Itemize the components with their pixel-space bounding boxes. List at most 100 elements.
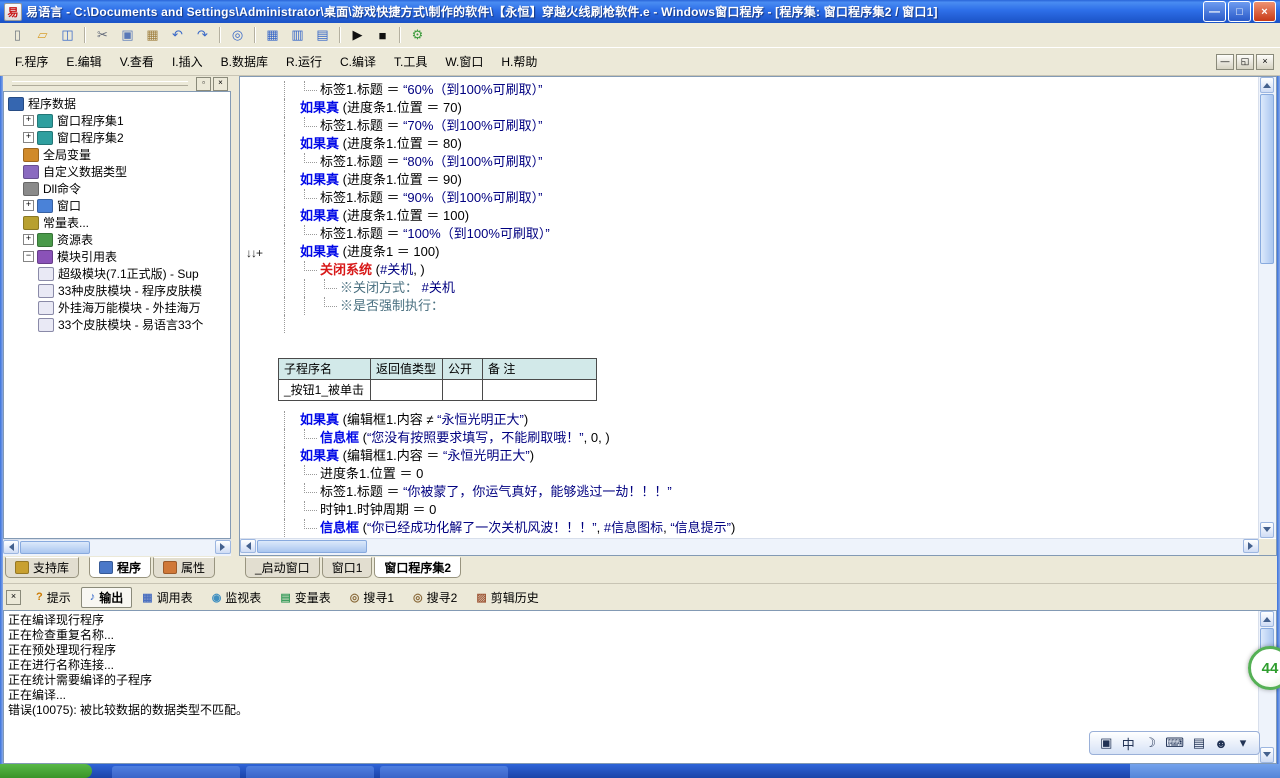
output-tab-搜寻1[interactable]: ◎搜寻1 <box>341 587 403 608</box>
code-line[interactable]: 标签1.标题 ＝ “70%（到100%可刷取）” <box>240 117 1259 135</box>
table-cell[interactable] <box>371 380 443 401</box>
code-line[interactable]: 标签1.标题 ＝ “你被蒙了，你运气真好，能够逃过一劫！！！” <box>240 483 1259 501</box>
code-line[interactable]: 标签1.标题 ＝ “80%（到100%可刷取）” <box>240 153 1259 171</box>
mdi-close-button[interactable]: × <box>1256 54 1274 70</box>
ime-chinese-icon[interactable]: 中 <box>1121 734 1135 753</box>
collapse-icon[interactable]: − <box>23 251 34 262</box>
menu-item-7[interactable]: C.编译 <box>331 50 385 73</box>
tab-_启动窗口[interactable]: _启动窗口 <box>245 557 320 578</box>
tree-item[interactable]: +窗口程序集2 <box>5 129 229 146</box>
tree-item[interactable]: 超级模块(7.1正式版) - Sup <box>5 265 229 282</box>
code-line[interactable]: ※关闭方式： #关机 <box>240 279 1259 297</box>
minimize-button[interactable]: — <box>1203 1 1226 22</box>
code-line[interactable]: 如果真 (进度条1 ＝ 100)↓↓+ <box>240 243 1259 261</box>
run-icon[interactable]: ▶ <box>345 24 370 46</box>
output-tab-剪辑历史[interactable]: ▨剪辑历史 <box>467 587 547 608</box>
debug-icon[interactable]: ⚙ <box>405 24 430 46</box>
code-line[interactable]: 标签1.标题 ＝ “90%（到100%可刷取）” <box>240 189 1259 207</box>
tree-item[interactable]: +窗口 <box>5 197 229 214</box>
code-line[interactable]: 如果真 (进度条1.位置 ＝ 90) <box>240 171 1259 189</box>
scroll-thumb[interactable] <box>20 541 90 554</box>
code-area[interactable]: 标签1.标题 ＝ “60%（到100%可刷取）”如果真 (进度条1.位置 ＝ 7… <box>240 77 1259 538</box>
title-bar[interactable]: 易 易语言 - C:\Documents and Settings\Admini… <box>0 0 1280 23</box>
row-grid-icon[interactable]: ▤ <box>310 24 335 46</box>
taskbar-button[interactable] <box>112 766 240 778</box>
find-icon[interactable]: ◎ <box>225 24 250 46</box>
code-line[interactable]: 如果真 (编辑框1.内容 ＝ “永恒光明正大”) <box>240 447 1259 465</box>
cut-icon[interactable]: ✂ <box>90 24 115 46</box>
ime-keyboard-icon[interactable]: ⌨ <box>1165 735 1184 751</box>
code-line[interactable]: 如果真 (编辑框1.内容 ≠ “永恒光明正大”) <box>240 411 1259 429</box>
menu-item-8[interactable]: T.工具 <box>385 50 436 73</box>
tree-item[interactable]: 外挂海万能模块 - 外挂海万 <box>5 299 229 316</box>
code-line[interactable]: 进度条1.位置 ＝ 0 <box>240 465 1259 483</box>
menu-item-5[interactable]: B.数据库 <box>212 50 277 73</box>
expand-icon[interactable]: + <box>23 115 34 126</box>
tab-支持库[interactable]: 支持库 <box>5 557 79 578</box>
menu-item-9[interactable]: W.窗口 <box>436 50 492 73</box>
editor-vscrollbar[interactable] <box>1258 77 1276 538</box>
taskbar-button[interactable] <box>246 766 374 778</box>
mdi-minimize-button[interactable]: — <box>1216 54 1234 70</box>
scroll-up-button[interactable] <box>1260 611 1274 627</box>
panel-grip[interactable] <box>12 81 188 86</box>
tab-窗口程序集2[interactable]: 窗口程序集2 <box>374 557 461 578</box>
output-tab-提示[interactable]: ?提示 <box>27 587 80 608</box>
sidebar-hscrollbar[interactable] <box>3 539 231 556</box>
tree-item[interactable]: +资源表 <box>5 231 229 248</box>
scroll-thumb[interactable] <box>257 540 367 553</box>
form-grid-icon[interactable]: ▦ <box>260 24 285 46</box>
code-line[interactable]: ※是否强制执行： <box>240 297 1259 315</box>
tree-item[interactable]: −模块引用表 <box>5 248 229 265</box>
ime-block-icon[interactable]: ▣ <box>1099 735 1113 751</box>
tree-item[interactable]: +窗口程序集1 <box>5 112 229 129</box>
scroll-up-button[interactable] <box>1260 77 1274 93</box>
scroll-thumb[interactable] <box>1260 94 1274 264</box>
maximize-button[interactable]: □ <box>1228 1 1251 22</box>
start-button-fragment[interactable] <box>0 764 92 778</box>
scroll-down-button[interactable] <box>1260 747 1274 763</box>
tree-item[interactable]: Dll命令 <box>5 180 229 197</box>
save-icon[interactable]: ◫ <box>55 24 80 46</box>
paste-icon[interactable]: ▦ <box>140 24 165 46</box>
tree-item[interactable]: 常量表... <box>5 214 229 231</box>
code-line[interactable]: 如果真 (进度条1.位置 ＝ 70) <box>240 99 1259 117</box>
code-line[interactable]: 信息框 (“您没有按照要求填写，不能刷取哦！”, 0, ) <box>240 429 1259 447</box>
output-tab-监视表[interactable]: ◉监视表 <box>203 587 271 608</box>
table-cell[interactable]: _按钮1_被单击 <box>279 380 371 401</box>
menu-item-10[interactable]: H.帮助 <box>492 50 546 73</box>
scroll-left-button[interactable] <box>240 539 256 553</box>
ime-options-icon[interactable]: ▾ <box>1236 735 1250 751</box>
output-tab-变量表[interactable]: ▤变量表 <box>271 587 339 608</box>
new-icon[interactable]: ▯ <box>5 24 30 46</box>
copy-icon[interactable]: ▣ <box>115 24 140 46</box>
mdi-restore-button[interactable]: ◱ <box>1236 54 1254 70</box>
tree-item[interactable]: 程序数据 <box>5 95 229 112</box>
stop-icon[interactable]: ■ <box>370 24 395 46</box>
code-line[interactable]: 如果真 (进度条1.位置 ＝ 80) <box>240 135 1259 153</box>
ime-people-icon[interactable]: ☻ <box>1214 736 1228 751</box>
menu-item-6[interactable]: R.运行 <box>277 50 331 73</box>
code-line[interactable]: 标签1.标题 ＝ “60%（到100%可刷取）” <box>240 81 1259 99</box>
expand-icon[interactable]: + <box>23 234 34 245</box>
menu-item-1[interactable]: F.程序 <box>6 50 57 73</box>
tab-属性[interactable]: 属性 <box>153 557 215 578</box>
open-icon[interactable]: ▱ <box>30 24 55 46</box>
splitter[interactable] <box>231 76 239 556</box>
output-tab-调用表[interactable]: ▦调用表 <box>133 587 201 608</box>
taskbar-button[interactable] <box>380 766 508 778</box>
ime-moon-icon[interactable]: ☽ <box>1143 735 1157 751</box>
output-tab-输出[interactable]: ♪输出 <box>81 587 133 608</box>
menu-item-2[interactable]: E.编辑 <box>57 50 110 73</box>
menu-item-4[interactable]: I.插入 <box>163 50 212 73</box>
table-cell[interactable] <box>443 380 483 401</box>
code-line[interactable]: 标签1.标题 ＝ “100%（到100%可刷取）” <box>240 225 1259 243</box>
code-line[interactable] <box>240 315 1259 333</box>
code-line[interactable] <box>240 333 1259 351</box>
output-tab-搜寻2[interactable]: ◎搜寻2 <box>404 587 466 608</box>
code-line[interactable]: 关闭系统 (#关机, ) <box>240 261 1259 279</box>
code-line[interactable]: 信息框 (“你已经成功化解了一次关机风波！！！”, #信息图标, “信息提示”) <box>240 519 1259 537</box>
code-line[interactable]: 时钟1.时钟周期 ＝ 0 <box>240 501 1259 519</box>
column-grid-icon[interactable]: ▥ <box>285 24 310 46</box>
table-row[interactable]: _按钮1_被单击 <box>279 380 597 401</box>
